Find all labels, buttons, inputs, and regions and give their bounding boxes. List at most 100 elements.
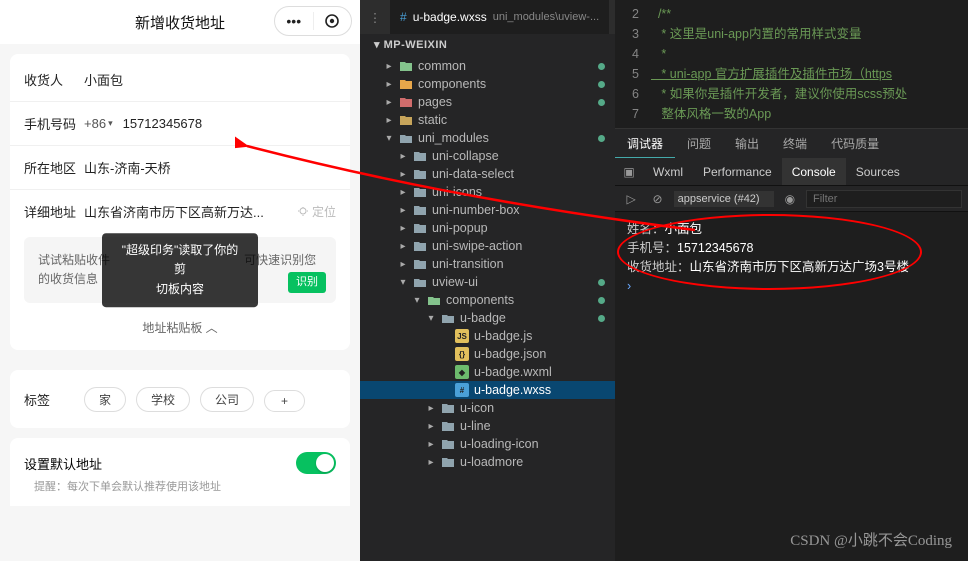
folder-icon xyxy=(399,131,413,145)
clipboard-toast: "超级印务"读取了你的剪 切板内容 xyxy=(102,233,258,307)
recognize-button[interactable]: 识别 xyxy=(288,272,326,294)
panel-tab-quality[interactable]: 代码质量 xyxy=(819,129,891,158)
phone-input[interactable]: 15712345678 xyxy=(123,116,203,131)
devtools-tab-performance[interactable]: Performance xyxy=(693,158,782,185)
phone-nav: 新增收货地址 ••• xyxy=(0,0,360,44)
tree-node[interactable]: ▾components xyxy=(360,291,615,309)
panel-tab-debugger[interactable]: 调试器 xyxy=(615,129,675,158)
file-explorer: ⋮ # u-badge.wxss uni_modules\uview-... ▾… xyxy=(360,0,615,561)
tree-node[interactable]: JSu-badge.js xyxy=(360,327,615,345)
phone-simulator: 新增收货地址 ••• 收货人 小面包 手机号码 +86▾ 15712345678… xyxy=(0,0,360,561)
tree-node[interactable]: ▸uni-collapse xyxy=(360,147,615,165)
paste-expand-toggle[interactable]: 地址粘贴板 ︿ xyxy=(10,313,350,346)
tag-chip[interactable]: 公司 xyxy=(200,387,254,412)
tag-chip[interactable]: 学校 xyxy=(136,387,190,412)
ide: ⋮ # u-badge.wxss uni_modules\uview-... ▾… xyxy=(360,0,968,561)
watermark: CSDN @小跳不会Coding xyxy=(790,532,952,551)
wxss-icon: # xyxy=(400,10,407,24)
add-tag-button[interactable]: + xyxy=(264,390,305,412)
tree-node[interactable]: ▸uni-popup xyxy=(360,219,615,237)
wx-capsule[interactable]: ••• xyxy=(274,6,352,36)
file-tree[interactable]: ▸common▸components▸pages▸static▾uni_modu… xyxy=(360,55,615,561)
tree-node[interactable]: ▸pages xyxy=(360,93,615,111)
devtools-tab-sources[interactable]: Sources xyxy=(846,158,910,185)
default-switch[interactable] xyxy=(296,452,336,474)
page-title: 新增收货地址 xyxy=(135,12,225,33)
row-detail: 详细地址 山东省济南市历下区高新万达... 定位 xyxy=(10,189,350,233)
folder-icon xyxy=(399,95,413,109)
play-icon[interactable]: ▷ xyxy=(621,189,641,209)
folder-icon xyxy=(413,239,427,253)
panel-tab-problems[interactable]: 问题 xyxy=(675,129,723,158)
folder-icon xyxy=(399,59,413,73)
row-region[interactable]: 所在地区 山东-济南-天桥 xyxy=(10,145,350,189)
tree-node[interactable]: ▸uni-transition xyxy=(360,255,615,273)
folder-icon xyxy=(413,275,427,289)
wxml-icon: ◆ xyxy=(455,365,469,379)
tree-node[interactable]: ▸uni-number-box xyxy=(360,201,615,219)
eye-icon[interactable]: ◉ xyxy=(780,189,800,209)
folder-icon xyxy=(413,149,427,163)
folder-icon xyxy=(427,293,441,307)
project-name[interactable]: ▾ MP-WEIXIN xyxy=(360,34,615,55)
tree-node[interactable]: ▸u-line xyxy=(360,417,615,435)
devtools-tab-wxml[interactable]: Wxml xyxy=(643,158,693,185)
inspect-icon[interactable]: ▣ xyxy=(615,158,643,185)
editor-tabstrip: ⋮ # u-badge.wxss uni_modules\uview-... xyxy=(360,0,615,34)
filter-input[interactable] xyxy=(806,190,962,208)
tree-node[interactable]: ▾u-badge xyxy=(360,309,615,327)
paste-box[interactable]: 试试粘贴收件 placeholder placeholder 可快速识别您的收货… xyxy=(24,237,336,303)
tree-node[interactable]: {}u-badge.json xyxy=(360,345,615,363)
devtools-tabs: ▣ Wxml Performance Console Sources xyxy=(615,158,968,186)
file-tab[interactable]: # u-badge.wxss uni_modules\uview-... xyxy=(390,0,609,34)
annotation-ellipse xyxy=(617,214,922,290)
detail-input[interactable]: 山东省济南市历下区高新万达... xyxy=(84,202,298,221)
js-icon: JS xyxy=(455,329,469,343)
folder-icon xyxy=(441,455,455,469)
tree-node[interactable]: #u-badge.wxss xyxy=(360,381,615,399)
folder-icon xyxy=(413,257,427,271)
panel-tab-output[interactable]: 输出 xyxy=(723,129,771,158)
phone-prefix-select[interactable]: +86▾ xyxy=(84,116,113,131)
folder-icon xyxy=(399,77,413,91)
panel-tabs: 调试器 问题 输出 终端 代码质量 xyxy=(615,128,968,158)
console-output[interactable]: 姓名：小面包 手机号：15712345678 收货地址：山东省济南市历下区高新万… xyxy=(615,212,968,561)
tag-chip[interactable]: 家 xyxy=(84,387,126,412)
tree-node[interactable]: ▸uni-swipe-action xyxy=(360,237,615,255)
tree-node[interactable]: ▸u-icon xyxy=(360,399,615,417)
name-input[interactable]: 小面包 xyxy=(84,70,336,89)
folder-icon xyxy=(441,401,455,415)
tree-node[interactable]: ▸components xyxy=(360,75,615,93)
tree-node[interactable]: ◆u-badge.wxml xyxy=(360,363,615,381)
console-toolbar: ▷ ⊘ appservice (#42) ◉ xyxy=(615,186,968,212)
wxss-icon: # xyxy=(455,383,469,397)
tag-card: 标签 家 学校 公司 + xyxy=(10,370,350,428)
tree-node[interactable]: ▸static xyxy=(360,111,615,129)
clear-icon[interactable]: ⊘ xyxy=(647,189,667,209)
devtools-tab-console[interactable]: Console xyxy=(782,158,846,185)
locate-button[interactable]: 定位 xyxy=(298,203,336,220)
folder-icon xyxy=(399,113,413,127)
default-hint: 提醒：每次下单会默认推荐使用该地址 xyxy=(10,478,350,506)
tree-node[interactable]: ▾uni_modules xyxy=(360,129,615,147)
tree-node[interactable]: ▾uview-ui xyxy=(360,273,615,291)
code-editor[interactable]: 2 /**3 * 这里是uni-app内置的常用样式变量4 *5 * uni-a… xyxy=(615,0,968,128)
tag-list: 家 学校 公司 + xyxy=(84,386,336,412)
folder-icon xyxy=(413,185,427,199)
panel-tab-terminal[interactable]: 终端 xyxy=(771,129,819,158)
default-address-row: 设置默认地址 xyxy=(10,438,350,478)
context-select[interactable]: appservice (#42) xyxy=(674,191,774,207)
menu-icon[interactable]: ••• xyxy=(275,13,313,29)
folder-icon xyxy=(413,221,427,235)
row-name: 收货人 小面包 xyxy=(10,58,350,101)
folder-icon xyxy=(441,311,455,325)
close-icon[interactable] xyxy=(314,13,352,29)
row-phone: 手机号码 +86▾ 15712345678 xyxy=(10,101,350,145)
folder-icon xyxy=(413,167,427,181)
tree-node[interactable]: ▸u-loading-icon xyxy=(360,435,615,453)
tree-node[interactable]: ▸uni-icons xyxy=(360,183,615,201)
tree-node[interactable]: ▸uni-data-select xyxy=(360,165,615,183)
address-form-card: 收货人 小面包 手机号码 +86▾ 15712345678 所在地区 山东-济南… xyxy=(10,54,350,350)
tree-node[interactable]: ▸common xyxy=(360,57,615,75)
tree-node[interactable]: ▸u-loadmore xyxy=(360,453,615,471)
